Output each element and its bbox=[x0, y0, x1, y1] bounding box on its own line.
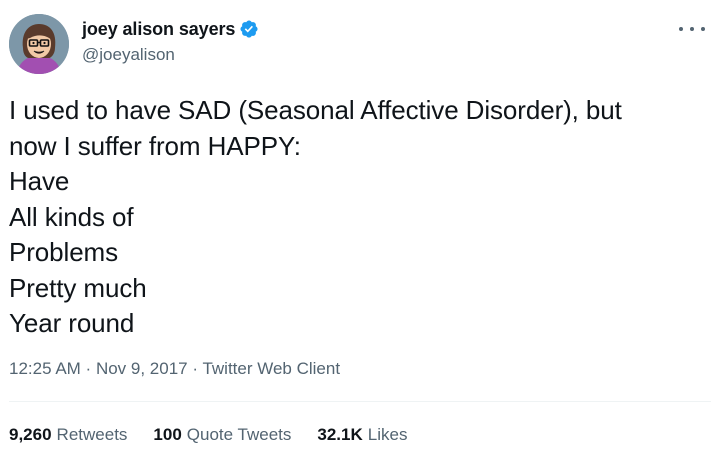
quote-tweets-stat[interactable]: 100 Quote Tweets bbox=[153, 425, 291, 445]
retweets-stat[interactable]: 9,260 Retweets bbox=[9, 425, 127, 445]
retweets-label: Retweets bbox=[56, 425, 128, 444]
tweet-date[interactable]: Nov 9, 2017 bbox=[96, 359, 188, 378]
likes-label: Likes bbox=[367, 425, 408, 444]
author-handle[interactable]: @joeyalison bbox=[82, 45, 259, 65]
more-icon[interactable] bbox=[679, 22, 705, 36]
divider bbox=[9, 401, 711, 402]
tweet-text-line: now I suffer from HAPPY: bbox=[9, 130, 301, 161]
tweet-text-line: Year round bbox=[9, 308, 135, 338]
tweet-text-line: Problems bbox=[9, 237, 119, 267]
tweet-text-line: I used to have SAD (Seasonal Affective D… bbox=[9, 95, 622, 125]
more-dot bbox=[701, 27, 705, 31]
tweet-stats: 9,260 Retweets 100 Quote Tweets 32.1K Likes bbox=[9, 425, 433, 445]
avatar-illustration-icon bbox=[9, 14, 69, 74]
likes-stat[interactable]: 32.1K Likes bbox=[317, 425, 407, 445]
tweet-text-line: Pretty much bbox=[9, 272, 147, 303]
avatar[interactable] bbox=[9, 14, 69, 74]
author-name-row: joey alison sayers bbox=[82, 18, 259, 40]
meta-separator: · bbox=[80, 359, 96, 378]
tweet-text: I used to have SAD (Seasonal Affective D… bbox=[9, 93, 709, 342]
quote-tweets-count: 100 bbox=[153, 425, 182, 444]
tweet-card: joey alison sayers @joeyalison I used to… bbox=[0, 0, 720, 463]
author-display-name[interactable]: joey alison sayers bbox=[82, 19, 235, 40]
more-dot bbox=[679, 27, 683, 31]
retweets-count: 9,260 bbox=[9, 425, 52, 444]
tweet-client[interactable]: Twitter Web Client bbox=[202, 359, 340, 378]
tweet-time[interactable]: 12:25 AM bbox=[9, 359, 81, 378]
tweet-text-line: All kinds of bbox=[9, 201, 134, 232]
tweet-meta: 12:25 AM · Nov 9, 2017 · Twitter Web Cli… bbox=[9, 359, 340, 379]
tweet-text-line: Have bbox=[9, 166, 70, 196]
author-block: joey alison sayers @joeyalison bbox=[82, 18, 259, 65]
verified-badge-icon bbox=[239, 19, 259, 39]
likes-count: 32.1K bbox=[317, 425, 363, 444]
meta-separator: · bbox=[187, 359, 203, 378]
more-dot bbox=[690, 27, 694, 31]
quote-tweets-label: Quote Tweets bbox=[186, 425, 292, 444]
